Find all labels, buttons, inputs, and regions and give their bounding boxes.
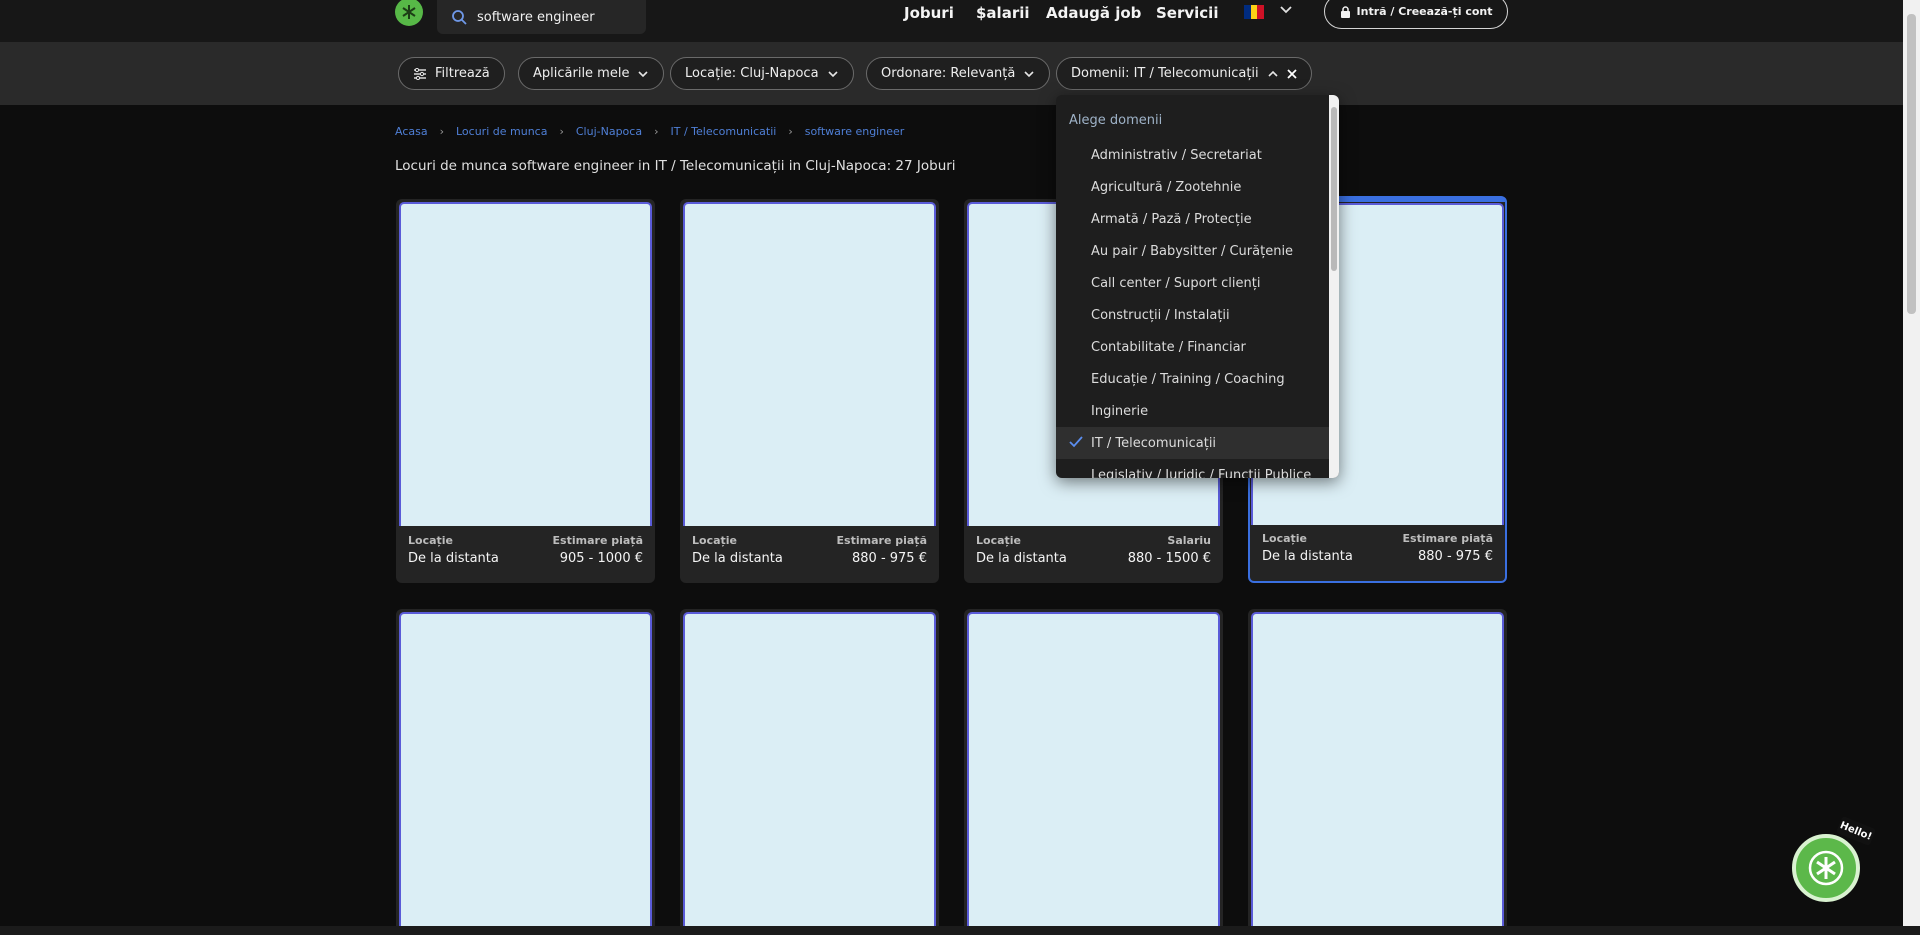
- order-dropdown[interactable]: Ordonare: Relevanță: [866, 57, 1051, 90]
- login-label: Intră / Creează-ți cont: [1356, 5, 1493, 18]
- search-input[interactable]: [477, 9, 637, 25]
- location-label: Locație: [408, 534, 453, 547]
- job-card-image: [1251, 612, 1504, 935]
- my-applications-label: Aplicările mele: [533, 66, 630, 81]
- chevron-right-icon: ›: [788, 125, 793, 138]
- domains-dropdown[interactable]: Domenii: IT / Telecomunicații: [1056, 57, 1312, 90]
- check-icon: [1069, 436, 1083, 448]
- domain-option[interactable]: Legislativ / Juridic / Funcții Publice: [1056, 459, 1329, 479]
- location-label: Locație: [976, 534, 1021, 547]
- job-card[interactable]: [396, 609, 655, 935]
- chat-logo-icon: [1808, 850, 1844, 886]
- job-card-image: [683, 612, 936, 935]
- search-box[interactable]: [437, 0, 646, 34]
- filter-label: Filtrează: [435, 66, 490, 81]
- domain-option[interactable]: Call center / Suport clienți: [1056, 267, 1329, 299]
- search-icon: [452, 10, 467, 25]
- filter-button[interactable]: Filtrează: [398, 57, 505, 90]
- job-card[interactable]: [964, 609, 1223, 935]
- dropdown-scrollbar-thumb[interactable]: [1331, 107, 1337, 271]
- domain-option-label: IT / Telecomunicații: [1091, 435, 1217, 451]
- bottom-strip: [0, 926, 1920, 935]
- breadcrumb: Acasa › Locuri de munca › Cluj-Napoca › IT …: [395, 125, 904, 138]
- close-icon[interactable]: [1287, 68, 1297, 79]
- salary-label: Salariu: [1167, 534, 1211, 547]
- domain-option[interactable]: Construcții / Instalații: [1056, 299, 1329, 331]
- job-card-meta: Locație Estimare piață De la distanta 880 …: [680, 526, 939, 583]
- job-card-image: [967, 612, 1220, 935]
- job-card-meta: Locație Estimare piață De la distanta 880 …: [1250, 524, 1505, 581]
- salary-value: 880 - 975 €: [852, 551, 927, 566]
- breadcrumb-domain[interactable]: IT / Telecomunicatii: [671, 125, 777, 138]
- language-flag-icon[interactable]: [1244, 5, 1265, 19]
- domains-dropdown-menu: Alege domenii Administrativ / Secretaria…: [1056, 95, 1339, 478]
- location-value: De la distanta: [692, 551, 783, 566]
- domain-option[interactable]: Administrativ / Secretariat: [1056, 139, 1329, 171]
- results-heading: Locuri de munca software engineer in IT …: [395, 158, 956, 174]
- dropdown-title: Alege domenii: [1069, 113, 1163, 128]
- chevron-right-icon: ›: [559, 125, 564, 138]
- salary-value: 880 - 975 €: [1418, 549, 1493, 564]
- login-button[interactable]: Intră / Creează-ți cont: [1324, 0, 1508, 29]
- my-applications-dropdown[interactable]: Aplicările mele: [518, 57, 665, 90]
- breadcrumb-city[interactable]: Cluj-Napoca: [576, 125, 642, 138]
- nav-jobs[interactable]: Joburi: [904, 0, 954, 26]
- location-label: Locație: [692, 534, 737, 547]
- location-value: De la distanta: [408, 551, 499, 566]
- salary-label: Estimare piață: [552, 534, 643, 547]
- job-card-meta: Locație Estimare piață De la distanta 905 …: [396, 526, 655, 583]
- salary-label: Estimare piață: [836, 534, 927, 547]
- location-value: De la distanta: [976, 551, 1067, 566]
- page-scrollbar-thumb[interactable]: [1907, 14, 1916, 314]
- salary-value: 880 - 1500 €: [1127, 551, 1211, 566]
- location-value: De la distanta: [1262, 549, 1353, 564]
- lock-icon: [1340, 5, 1350, 18]
- domain-option[interactable]: Armată / Pază / Protecție: [1056, 203, 1329, 235]
- domain-option[interactable]: Contabilitate / Financiar: [1056, 331, 1329, 363]
- location-label: Locație: Cluj-Napoca: [685, 66, 819, 81]
- site-logo-icon[interactable]: [395, 0, 423, 26]
- job-card[interactable]: [1248, 609, 1507, 935]
- job-card[interactable]: Locație Estimare piață De la distanta 880 …: [680, 199, 939, 583]
- chat-button[interactable]: [1792, 834, 1860, 902]
- job-card[interactable]: Locație Estimare piață De la distanta 905 …: [396, 199, 655, 583]
- nav-add-job[interactable]: Adaugă job: [1046, 0, 1141, 26]
- breadcrumb-home[interactable]: Acasa: [395, 125, 428, 138]
- chevron-down-icon[interactable]: [1279, 3, 1293, 17]
- domain-option[interactable]: Agricultură / Zootehnie: [1056, 171, 1329, 203]
- job-card-image: [683, 202, 936, 526]
- domain-option-selected[interactable]: IT / Telecomunicații: [1056, 427, 1329, 459]
- top-header: Joburi $alarii Adaugă job Servicii Intră…: [0, 0, 1903, 42]
- chevron-down-icon: [638, 70, 649, 77]
- chevron-down-icon: [827, 70, 838, 77]
- chevron-up-icon: [1268, 70, 1278, 77]
- domain-option[interactable]: Educație / Training / Coaching: [1056, 363, 1329, 395]
- chevron-down-icon: [1024, 70, 1034, 77]
- nav-services[interactable]: Servicii: [1156, 0, 1218, 26]
- domain-option[interactable]: Au pair / Babysitter / Curățenie: [1056, 235, 1329, 267]
- sliders-icon: [414, 67, 426, 80]
- location-dropdown[interactable]: Locație: Cluj-Napoca: [670, 57, 854, 90]
- dropdown-scrollbar[interactable]: [1329, 95, 1339, 478]
- job-card-meta: Locație Salariu De la distanta 880 - 1500 …: [964, 526, 1223, 583]
- page-scrollbar[interactable]: [1903, 0, 1920, 926]
- location-label: Locație: [1262, 532, 1307, 545]
- salary-label: Estimare piață: [1402, 532, 1493, 545]
- chevron-right-icon: ›: [654, 125, 659, 138]
- chevron-right-icon: ›: [439, 125, 444, 138]
- order-label: Ordonare: Relevanță: [881, 66, 1016, 81]
- page: Joburi $alarii Adaugă job Servicii Intră…: [0, 0, 1920, 935]
- job-card-image: [399, 202, 652, 526]
- domains-label: Domenii: IT / Telecomunicații: [1071, 66, 1259, 81]
- nav-salaries[interactable]: $alarii: [976, 0, 1030, 26]
- breadcrumb-jobs[interactable]: Locuri de munca: [456, 125, 547, 138]
- job-card[interactable]: [680, 609, 939, 935]
- job-card-image: [399, 612, 652, 935]
- breadcrumb-query[interactable]: software engineer: [805, 125, 905, 138]
- filter-bar: Filtrează Aplicările mele Locație: Cluj-…: [0, 42, 1903, 105]
- salary-value: 905 - 1000 €: [559, 551, 643, 566]
- domain-option[interactable]: Inginerie: [1056, 395, 1329, 427]
